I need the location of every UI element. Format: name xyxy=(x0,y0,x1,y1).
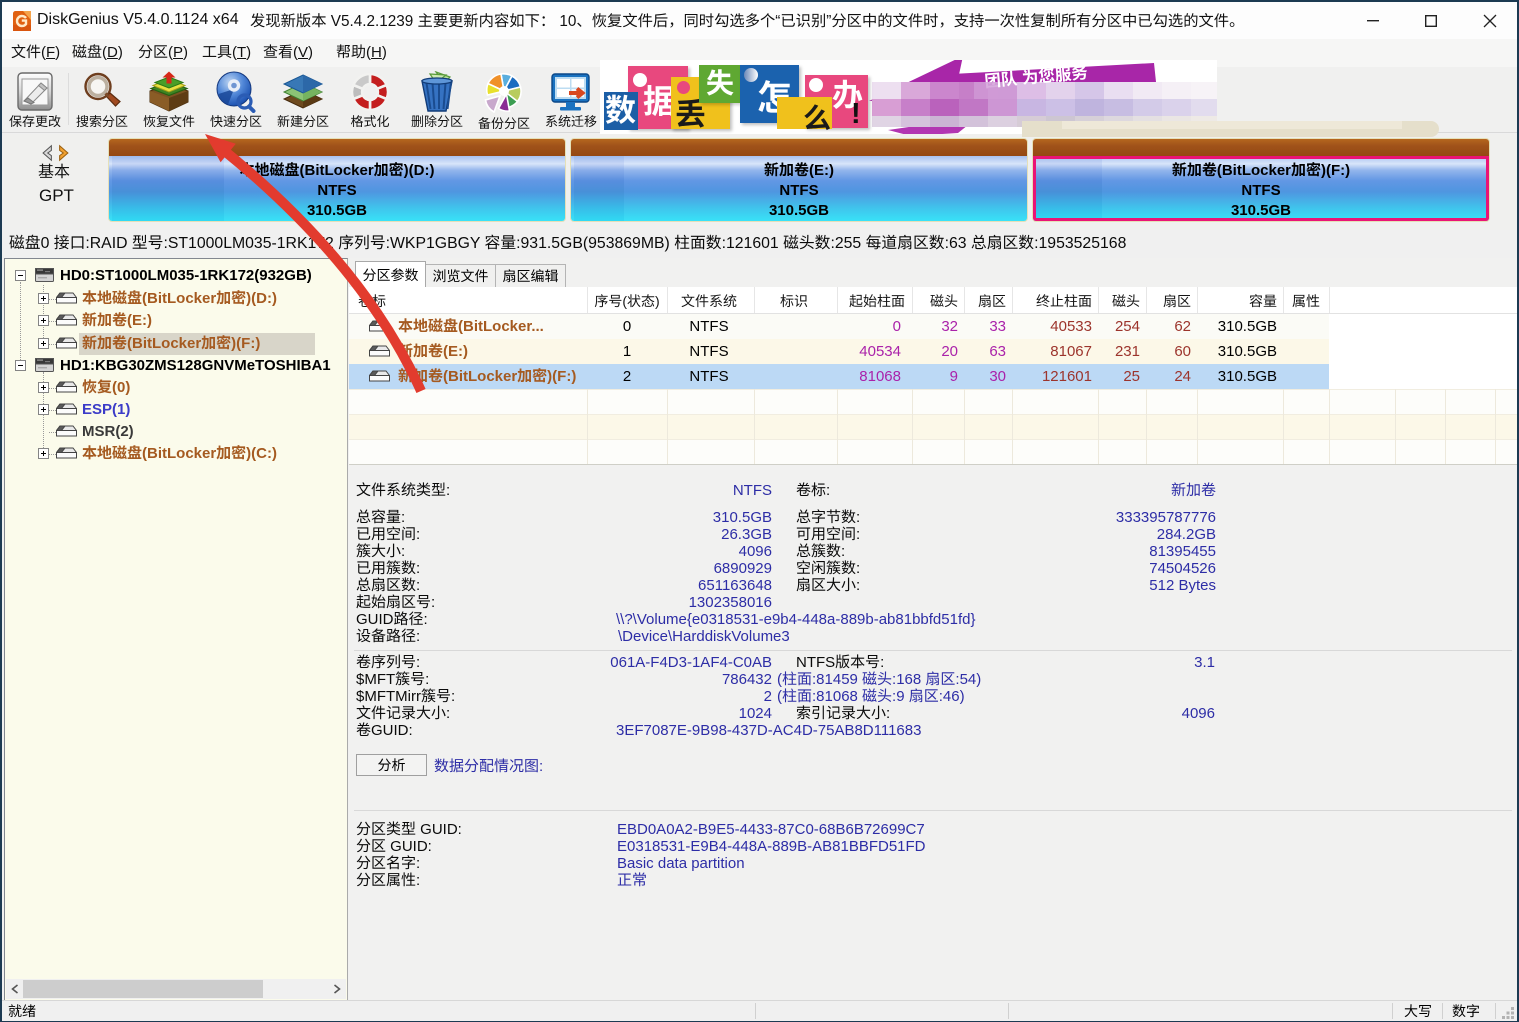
svg-text:团队 为您服务: 团队 为您服务 xyxy=(984,63,1089,91)
